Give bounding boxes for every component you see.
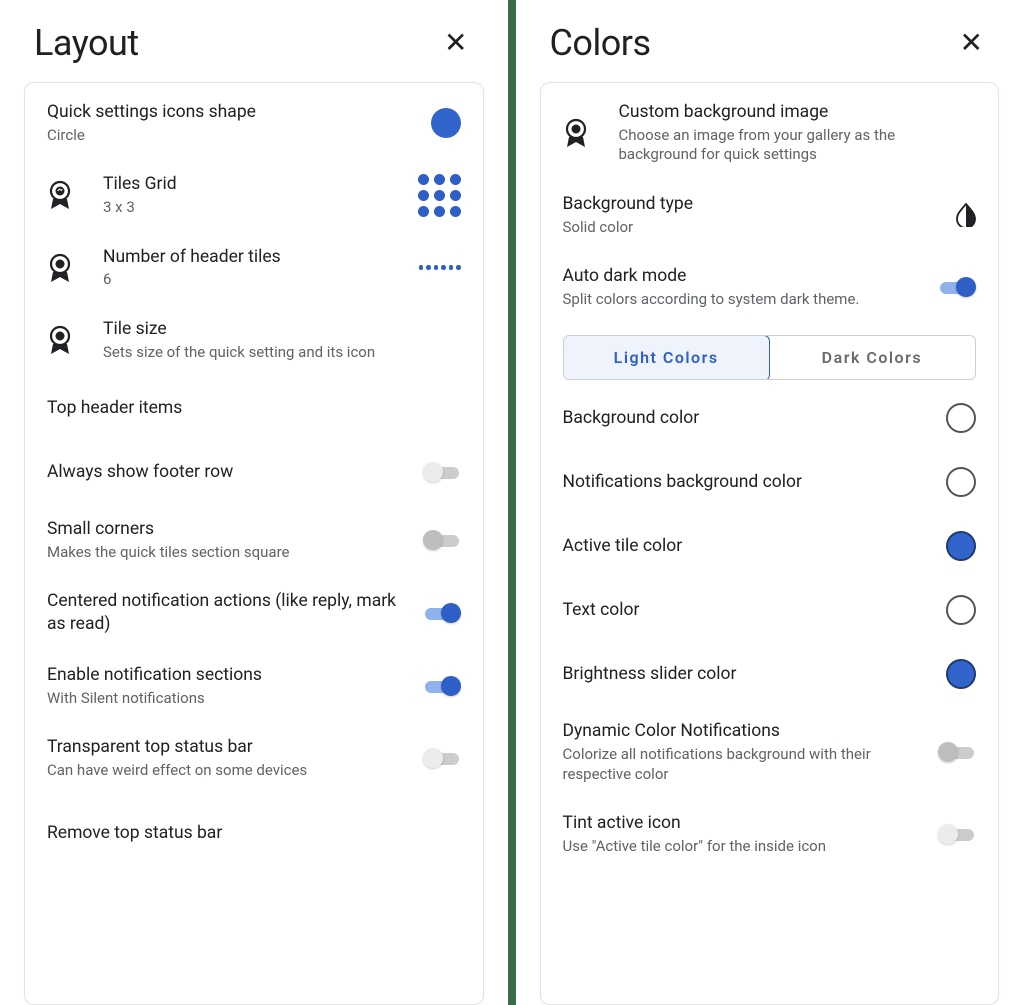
row-label: Active tile color xyxy=(563,535,921,558)
background-color[interactable]: Background color xyxy=(541,386,999,450)
row-sub: Solid color xyxy=(563,218,921,238)
colors-header: Colors ✕ xyxy=(540,0,1000,82)
row-label: Tiles Grid xyxy=(103,173,405,196)
notifications-background-color[interactable]: Notifications background color xyxy=(541,450,999,514)
row-label: Background color xyxy=(563,407,921,430)
toggle-switch[interactable] xyxy=(938,277,976,297)
top-header-items[interactable]: Top header items xyxy=(25,376,483,440)
toggle-switch[interactable] xyxy=(423,530,461,550)
row-label: Transparent top status bar xyxy=(47,736,405,759)
close-icon[interactable]: ✕ xyxy=(438,23,473,63)
row-label: Brightness slider color xyxy=(563,663,921,686)
header-tiles-icon xyxy=(419,265,461,270)
row-label: Tile size xyxy=(103,318,453,341)
remove-top-status-bar[interactable]: Remove top status bar xyxy=(25,794,483,858)
row-label: Dynamic Color Notifications xyxy=(563,720,921,743)
row-sub: With Silent notifications xyxy=(47,689,405,709)
close-icon[interactable]: ✕ xyxy=(954,23,989,63)
toggle-switch[interactable] xyxy=(938,824,976,844)
row-sub: Split colors according to system dark th… xyxy=(563,290,921,310)
row-label: Remove top status bar xyxy=(47,822,453,845)
row-sub: Use "Active tile color" for the inside i… xyxy=(563,837,921,857)
row-sub: Colorize all notifications background wi… xyxy=(563,745,921,784)
color-swatch[interactable] xyxy=(946,531,976,561)
colors-pane: Colors ✕ Custom background image Choose … xyxy=(516,0,1023,1005)
color-swatch[interactable] xyxy=(946,403,976,433)
row-label: Small corners xyxy=(47,518,405,541)
enable-notification-sections[interactable]: Enable notification sections With Silent… xyxy=(25,650,483,722)
toggle-switch[interactable] xyxy=(423,462,461,482)
centered-notification-actions[interactable]: Centered notification actions (like repl… xyxy=(25,576,483,650)
row-sub: Sets size of the quick setting and its i… xyxy=(103,343,453,363)
colors-card: Custom background image Choose an image … xyxy=(540,82,1000,1005)
tab-light-colors[interactable]: Light Colors xyxy=(563,335,771,380)
toggle-switch[interactable] xyxy=(423,748,461,768)
row-sub: Can have weird effect on some devices xyxy=(47,761,405,781)
tiles-grid[interactable]: Tiles Grid 3 x 3 xyxy=(25,159,483,231)
row-label: Custom background image xyxy=(619,101,969,124)
transparent-top-status-bar[interactable]: Transparent top status bar Can have weir… xyxy=(25,722,483,794)
background-type[interactable]: Background type Solid color xyxy=(541,179,999,251)
text-color[interactable]: Text color xyxy=(541,578,999,642)
row-label: Number of header tiles xyxy=(103,246,405,269)
active-tile-color[interactable]: Active tile color xyxy=(541,514,999,578)
row-sub: Circle xyxy=(47,126,405,146)
row-label: Auto dark mode xyxy=(563,265,921,288)
small-corners[interactable]: Small corners Makes the quick tiles sect… xyxy=(25,504,483,576)
award-icon xyxy=(47,180,73,210)
row-label: Always show footer row xyxy=(47,461,405,484)
tile-size[interactable]: Tile size Sets size of the quick setting… xyxy=(25,304,483,376)
tiles-grid-icon xyxy=(418,174,461,217)
color-mode-segmented: Light Colors Dark Colors xyxy=(563,335,977,380)
award-icon xyxy=(47,253,73,283)
toggle-switch[interactable] xyxy=(423,603,461,623)
row-label: Notifications background color xyxy=(563,471,921,494)
auto-dark-mode[interactable]: Auto dark mode Split colors according to… xyxy=(541,251,999,323)
award-icon xyxy=(47,325,73,355)
layout-card: Quick settings icons shape Circle Tiles … xyxy=(24,82,484,1005)
custom-background-image[interactable]: Custom background image Choose an image … xyxy=(541,87,999,179)
row-label: Tint active icon xyxy=(563,812,921,835)
tab-dark-colors[interactable]: Dark Colors xyxy=(769,336,975,379)
quick-settings-icons-shape[interactable]: Quick settings icons shape Circle xyxy=(25,87,483,159)
color-swatch[interactable] xyxy=(946,659,976,689)
color-swatch[interactable] xyxy=(946,467,976,497)
row-label: Top header items xyxy=(47,397,453,420)
row-label: Background type xyxy=(563,193,921,216)
invert-colors-icon xyxy=(956,203,976,227)
toggle-switch[interactable] xyxy=(423,676,461,696)
layout-title: Layout xyxy=(34,22,139,64)
layout-header: Layout ✕ xyxy=(24,0,484,82)
row-label: Quick settings icons shape xyxy=(47,101,405,124)
brightness-slider-color[interactable]: Brightness slider color xyxy=(541,642,999,706)
number-of-header-tiles[interactable]: Number of header tiles 6 xyxy=(25,232,483,304)
row-sub: 3 x 3 xyxy=(103,198,405,218)
layout-pane: Layout ✕ Quick settings icons shape Circ… xyxy=(0,0,508,1005)
row-label: Centered notification actions (like repl… xyxy=(47,590,405,636)
row-sub: Makes the quick tiles section square xyxy=(47,543,405,563)
dynamic-color-notifications[interactable]: Dynamic Color Notifications Colorize all… xyxy=(541,706,999,798)
toggle-switch[interactable] xyxy=(938,742,976,762)
row-label: Text color xyxy=(563,599,921,622)
pane-divider xyxy=(508,0,516,1005)
tint-active-icon[interactable]: Tint active icon Use "Active tile color"… xyxy=(541,798,999,870)
row-sub: 6 xyxy=(103,270,405,290)
row-label: Enable notification sections xyxy=(47,664,405,687)
always-show-footer-row[interactable]: Always show footer row xyxy=(25,440,483,504)
color-swatch[interactable] xyxy=(946,595,976,625)
circle-shape-icon xyxy=(431,108,461,138)
colors-title: Colors xyxy=(550,22,651,64)
award-icon xyxy=(563,118,589,148)
row-sub: Choose an image from your gallery as the… xyxy=(619,126,969,165)
